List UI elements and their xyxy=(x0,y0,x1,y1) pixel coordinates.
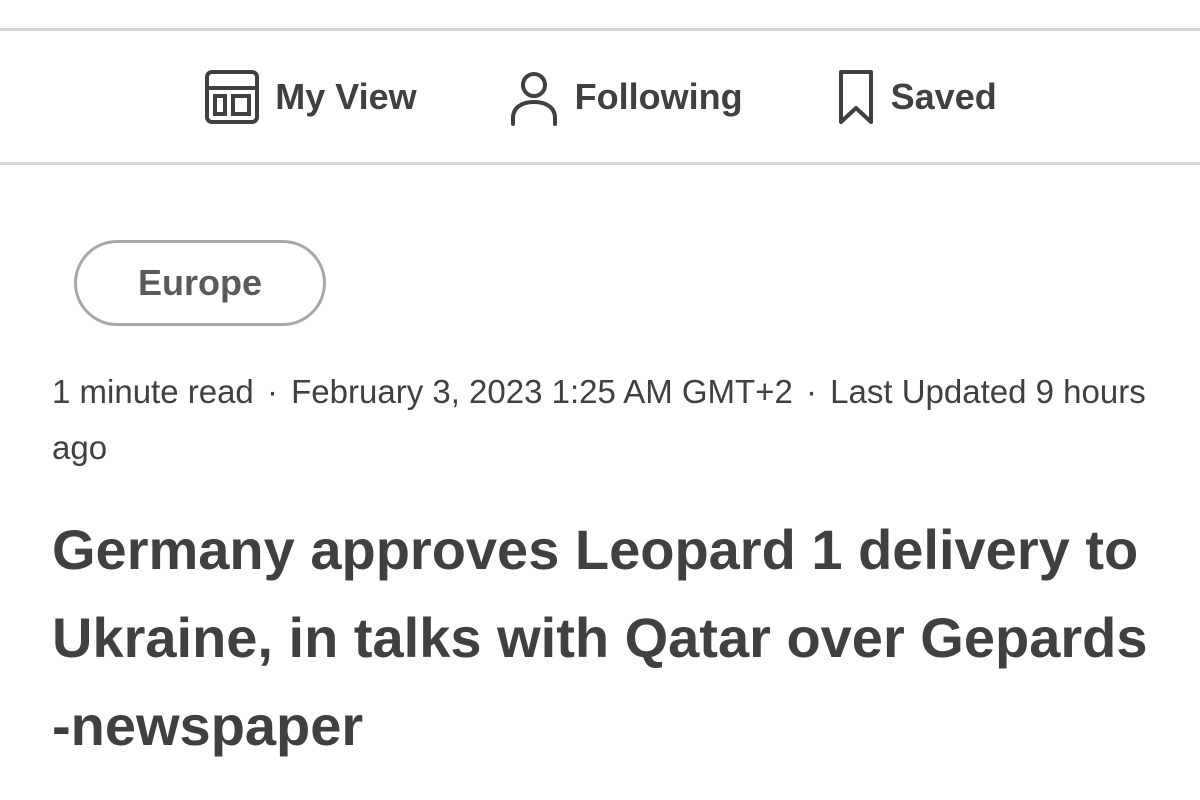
top-nav-bar: My View Following Saved xyxy=(0,31,1200,162)
page: My View Following Saved Europe 1 minute … xyxy=(0,0,1200,800)
nav-bottom-divider xyxy=(0,162,1200,165)
article-headline: Germany approves Leopard 1 delivery to U… xyxy=(52,518,1148,757)
person-icon xyxy=(507,68,561,126)
read-time: 1 minute read xyxy=(52,373,254,410)
nav-my-view-label: My View xyxy=(275,75,417,117)
category-tag-europe[interactable]: Europe xyxy=(74,240,326,326)
meta-separator: · xyxy=(805,373,817,410)
publish-date: February 3, 2023 1:25 AM GMT+2 xyxy=(291,373,793,410)
layout-icon xyxy=(203,68,261,126)
nav-saved-button[interactable]: Saved xyxy=(835,68,997,126)
nav-following-button[interactable]: Following xyxy=(507,68,743,126)
article-meta: 1 minute read · February 3, 2023 1:25 AM… xyxy=(52,364,1152,476)
nav-saved-label: Saved xyxy=(890,75,997,117)
nav-following-label: Following xyxy=(574,75,743,117)
bookmark-icon xyxy=(835,68,877,126)
meta-separator: · xyxy=(266,373,278,410)
nav-my-view-button[interactable]: My View xyxy=(203,68,417,126)
